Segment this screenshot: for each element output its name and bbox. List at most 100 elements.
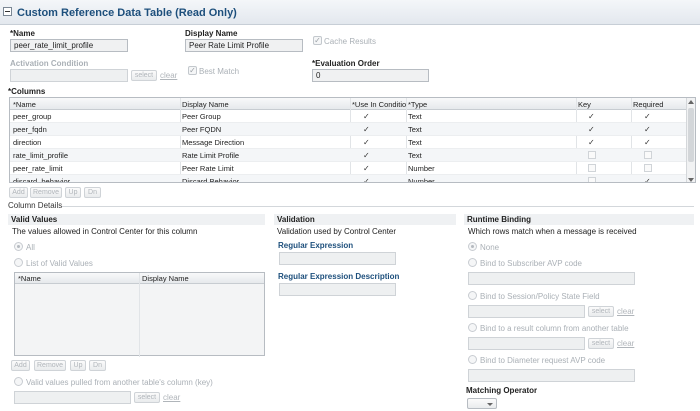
runtime-binding-description: Which rows match when a message is recei… [468,227,637,236]
scroll-up-icon[interactable] [688,100,694,104]
columns-scrollbar[interactable] [686,98,695,182]
table-row[interactable]: direction Message Direction ✓ Text ✓ ✓ [10,136,688,149]
cell-type: Number [408,177,435,183]
subscriber-avp-field[interactable] [468,272,635,285]
vv-remove-button[interactable]: Remove [34,360,66,371]
use-in-condition-checked-icon[interactable]: ✓ [363,125,370,134]
table-row[interactable]: peer_group Peer Group ✓ Text ✓ ✓ [10,110,688,123]
key-checkbox[interactable] [588,151,596,159]
col-header-key[interactable]: Key [578,100,591,109]
diameter-avp-field[interactable] [468,369,635,382]
binding-none-radio[interactable] [468,242,477,251]
columns-down-button[interactable]: Dn [84,187,101,198]
cell-display-name: Peer Rate Limit [182,164,234,173]
session-state-clear-link[interactable]: clear [617,307,634,316]
best-match-checkbox[interactable]: ✓ [188,66,197,75]
name-field[interactable]: peer_rate_limit_profile [10,39,128,52]
pulled-clear-link[interactable]: clear [163,393,180,402]
vv-header-display-name[interactable]: Display Name [142,274,189,283]
vv-add-button[interactable]: Add [11,360,30,371]
key-checked-icon[interactable]: ✓ [588,138,595,147]
columns-add-button[interactable]: Add [9,187,28,198]
result-column-field[interactable] [468,337,585,350]
result-column-select-button[interactable]: select [588,338,614,349]
use-in-condition-checked-icon[interactable]: ✓ [363,164,370,173]
evaluation-order-label: *Evaluation Order [312,59,380,68]
key-checked-icon[interactable]: ✓ [588,125,595,134]
cell-display-name: Message Direction [182,138,245,147]
required-checked-icon[interactable]: ✓ [644,177,651,182]
scroll-down-icon[interactable] [688,178,694,182]
required-checked-icon[interactable]: ✓ [644,138,651,147]
vv-down-button[interactable]: Dn [89,360,106,371]
session-state-select-button[interactable]: select [588,306,614,317]
required-checkbox[interactable] [644,164,652,172]
scroll-thumb[interactable] [688,108,694,162]
cache-results-label: Cache Results [324,37,377,46]
activation-condition-field[interactable] [10,69,128,82]
binding-diameter-avp-radio[interactable] [468,355,477,364]
vv-up-button[interactable]: Up [70,360,86,371]
table-row[interactable]: rate_limit_profile Rate Limit Profile ✓ Tex… [10,149,688,162]
valid-values-heading: Valid Values [8,214,265,225]
column-details-label: Column Details [8,201,63,210]
table-row[interactable]: discard_behavior Discard Behavior ✓ Number ✓ [10,175,688,183]
binding-session-state-radio[interactable] [468,291,477,300]
title-bar: Custom Reference Data Table (Read Only) [0,0,700,25]
col-header-type[interactable]: *Type [408,100,427,109]
matching-operator-label: Matching Operator [466,386,538,395]
key-checked-icon[interactable]: ✓ [588,112,595,121]
use-in-condition-checked-icon[interactable]: ✓ [363,151,370,160]
binding-subscriber-avp-label: Bind to Subscriber AVP code [480,259,582,268]
cell-name: peer_group [13,112,52,121]
table-row[interactable]: peer_fqdn Peer FQDN ✓ Text ✓ ✓ [10,123,688,136]
cell-display-name: Peer FQDN [182,125,222,134]
columns-table: *Name Display Name *Use In Conditio *Typ… [9,97,696,183]
pulled-select-button[interactable]: select [134,392,160,403]
use-in-condition-checked-icon[interactable]: ✓ [363,138,370,147]
columns-up-button[interactable]: Up [65,187,81,198]
columns-table-header: *Name Display Name *Use In Conditio *Typ… [10,98,688,110]
activation-clear-link[interactable]: clear [160,71,177,80]
pulled-values-label: Valid values pulled from another table's… [26,378,213,387]
page-title: Custom Reference Data Table (Read Only) [17,7,237,19]
binding-session-state-label: Bind to Session/Policy State Field [480,292,600,301]
vv-header-name[interactable]: *Name [18,274,41,283]
matching-operator-select[interactable] [467,398,497,409]
cell-name: rate_limit_profile [13,151,69,160]
binding-subscriber-avp-radio[interactable] [468,258,477,267]
required-checkbox[interactable] [644,151,652,159]
list-valid-values-radio[interactable] [14,258,23,267]
pulled-values-radio[interactable] [14,377,23,386]
cell-type: Number [408,164,435,173]
all-radio[interactable] [14,242,23,251]
binding-result-column-radio[interactable] [468,323,477,332]
list-valid-values-label: List of Valid Values [26,259,93,268]
use-in-condition-checked-icon[interactable]: ✓ [363,177,370,182]
columns-remove-button[interactable]: Remove [30,187,62,198]
col-header-display-name[interactable]: Display Name [182,100,229,109]
cache-results-checkbox[interactable]: ✓ [313,36,322,45]
key-checkbox[interactable] [588,164,596,172]
collapse-icon[interactable] [3,7,12,16]
cell-name: peer_fqdn [13,125,47,134]
required-checked-icon[interactable]: ✓ [644,125,651,134]
display-name-field[interactable]: Peer Rate Limit Profile [185,39,303,52]
regex-field[interactable] [279,252,396,265]
pulled-values-field[interactable] [14,391,131,404]
table-row[interactable]: peer_rate_limit Peer Rate Limit ✓ Number [10,162,688,175]
regex-description-field[interactable] [279,283,396,296]
col-header-required[interactable]: Required [633,100,663,109]
session-state-field[interactable] [468,305,585,318]
col-header-name[interactable]: *Name [13,100,36,109]
evaluation-order-field[interactable]: 0 [312,69,429,82]
best-match-label: Best Match [199,67,240,76]
result-column-clear-link[interactable]: clear [617,339,634,348]
activation-select-button[interactable]: select [131,70,157,81]
required-checked-icon[interactable]: ✓ [644,112,651,121]
key-checkbox[interactable] [588,177,596,182]
use-in-condition-checked-icon[interactable]: ✓ [363,112,370,121]
col-header-use-in-condition[interactable]: *Use In Conditio [352,100,407,109]
binding-diameter-avp-label: Bind to Diameter request AVP code [480,356,606,365]
display-name-label: Display Name [185,29,238,38]
